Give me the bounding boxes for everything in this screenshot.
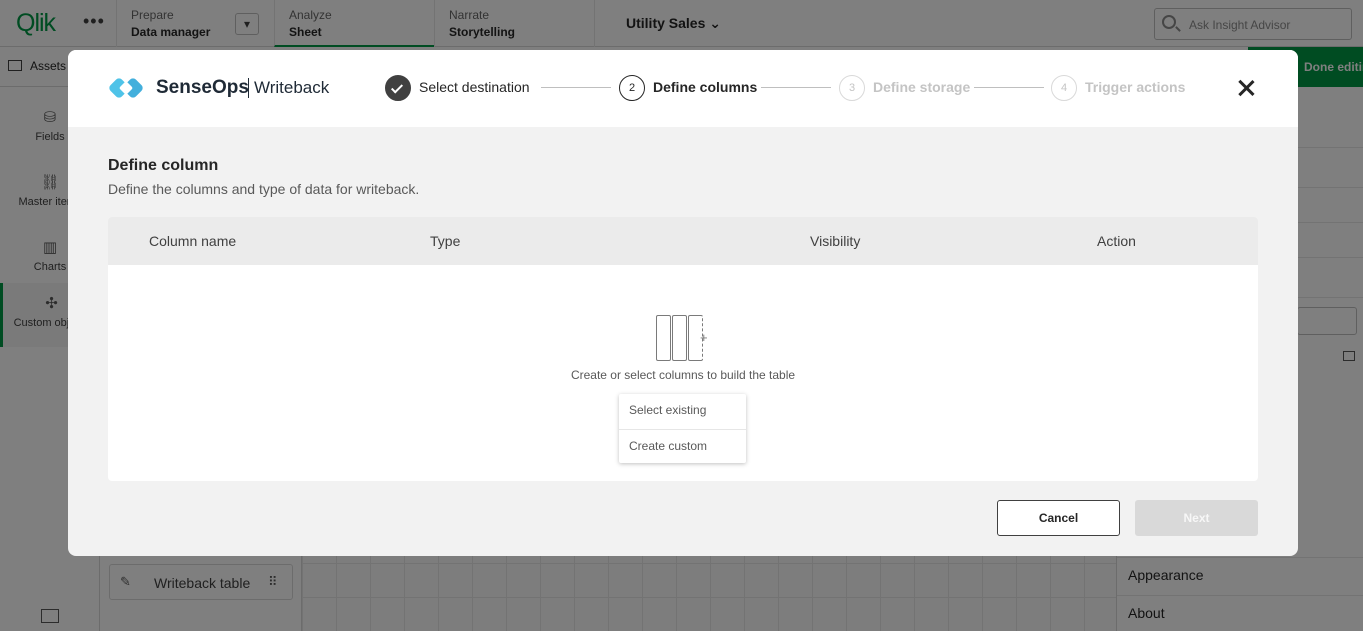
- columns-add-icon: +: [656, 315, 710, 363]
- column-header-type: Type: [430, 233, 461, 249]
- add-column-menu: Select existing Create custom: [619, 394, 746, 463]
- step-number: 2: [619, 75, 645, 101]
- step-label: Define columns: [653, 79, 758, 95]
- empty-state-text: Create or select columns to build the ta…: [570, 368, 796, 382]
- step-label: Select destination: [419, 79, 530, 95]
- wizard-header: SenseOps Writeback Select destination 2 …: [68, 50, 1298, 127]
- senseops-logo-icon: [109, 78, 143, 98]
- close-icon[interactable]: [1233, 75, 1259, 101]
- select-existing-option[interactable]: Select existing: [619, 394, 746, 428]
- step-number: 3: [839, 75, 865, 101]
- section-title: Define column: [108, 157, 219, 174]
- section-description: Define the columns and type of data for …: [108, 181, 420, 197]
- step-connector: [541, 87, 611, 88]
- step-connector: [974, 87, 1044, 88]
- column-header-visibility: Visibility: [810, 233, 861, 249]
- table-header: Column name Type Visibility Action: [108, 217, 1258, 265]
- column-header-action: Action: [1097, 233, 1136, 249]
- brand-separator: [248, 78, 249, 98]
- step-label: Define storage: [873, 79, 971, 95]
- step-label: Trigger actions: [1085, 79, 1186, 95]
- columns-table: Column name Type Visibility Action + Cre…: [108, 217, 1258, 481]
- check-icon: [385, 75, 411, 101]
- writeback-wizard-modal: SenseOps Writeback Select destination 2 …: [68, 50, 1298, 556]
- create-custom-option[interactable]: Create custom: [619, 429, 746, 463]
- step-connector: [761, 87, 831, 88]
- column-header-name: Column name: [149, 233, 237, 249]
- step-number: 4: [1051, 75, 1077, 101]
- cancel-button[interactable]: Cancel: [997, 500, 1120, 536]
- next-button: Next: [1135, 500, 1258, 536]
- brand-name: SenseOps: [156, 77, 249, 98]
- brand-product: Writeback: [254, 78, 330, 97]
